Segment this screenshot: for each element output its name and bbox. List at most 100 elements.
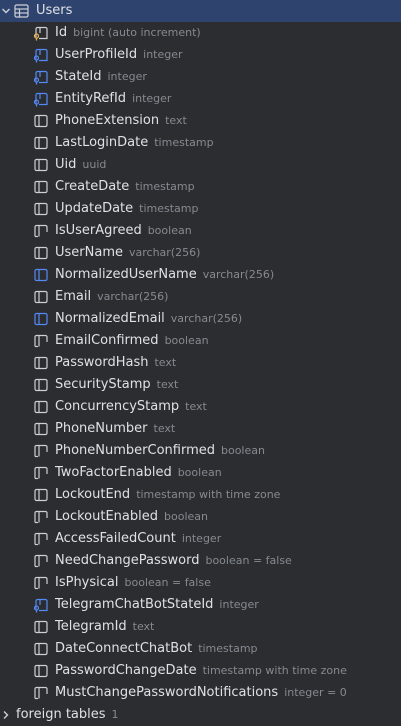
column-name: MustChangePasswordNotifications: [55, 685, 279, 700]
column-row[interactable]: ConcurrencyStamp text: [0, 396, 401, 418]
column-row[interactable]: NormalizedUserName varchar(256): [0, 264, 401, 286]
column-row[interactable]: IsPhysical boolean = false: [0, 572, 401, 594]
column-name: ConcurrencyStamp: [55, 399, 180, 414]
database-tree: Users Id bigint (auto increment) UserProf…: [0, 0, 401, 726]
column-name: LastLoginDate: [55, 135, 149, 150]
column-name: AccessFailedCount: [55, 531, 176, 546]
not-null-column-icon: [34, 576, 48, 590]
column-type: integer: [143, 48, 183, 61]
column-row[interactable]: MustChangePasswordNotifications integer =…: [0, 682, 401, 704]
column-row[interactable]: PasswordChangeDate timestamp with time zo…: [0, 660, 401, 682]
column-name: SecurityStamp: [55, 377, 151, 392]
column-name: NormalizedUserName: [55, 267, 197, 282]
column-name: PasswordChangeDate: [55, 663, 197, 678]
column-type: uuid: [82, 158, 107, 171]
not-null-column-icon: [34, 510, 48, 524]
column-name: PhoneNumberConfirmed: [55, 443, 215, 458]
column-icon: [34, 642, 48, 656]
tree-node-foreign-tables[interactable]: foreign tables 1: [0, 704, 401, 726]
not-null-column-icon: [34, 532, 48, 546]
column-row[interactable]: LockoutEnd timestamp with time zone: [0, 484, 401, 506]
table-icon: [14, 4, 29, 18]
chevron-down-icon[interactable]: [0, 5, 12, 17]
column-name: EntityRefId: [55, 91, 127, 106]
column-row[interactable]: TelegramId text: [0, 616, 401, 638]
column-icon: [34, 136, 48, 150]
column-type: boolean = false: [205, 554, 292, 567]
column-icon: [34, 488, 48, 502]
table-name: Users: [36, 3, 73, 18]
column-type: integer: [107, 70, 147, 83]
column-type: timestamp: [139, 202, 199, 215]
column-name: DateConnectChatBot: [55, 641, 193, 656]
column-row[interactable]: PhoneNumber text: [0, 418, 401, 440]
column-row[interactable]: PhoneNumberConfirmed boolean: [0, 440, 401, 462]
column-type: timestamp with time zone: [136, 488, 281, 501]
foreign-key-column-icon: [33, 92, 48, 107]
column-row[interactable]: Email varchar(256): [0, 286, 401, 308]
column-name: TwoFactorEnabled: [55, 465, 172, 480]
column-row[interactable]: Id bigint (auto increment): [0, 22, 401, 44]
column-name: UserProfileId: [55, 47, 138, 62]
column-type: text: [154, 356, 177, 369]
column-type: text: [165, 114, 187, 127]
chevron-right-icon[interactable]: [0, 709, 12, 721]
column-row[interactable]: CreateDate timestamp: [0, 176, 401, 198]
column-row[interactable]: UserName varchar(256): [0, 242, 401, 264]
column-type: varchar(256): [202, 268, 275, 281]
column-row[interactable]: PasswordHash text: [0, 352, 401, 374]
column-icon: [34, 356, 48, 370]
column-type: integer: [219, 598, 259, 611]
column-row[interactable]: EmailConfirmed boolean: [0, 330, 401, 352]
column-row[interactable]: NormalizedEmail varchar(256): [0, 308, 401, 330]
column-row[interactable]: AccessFailedCount integer: [0, 528, 401, 550]
column-type: text: [153, 422, 176, 435]
column-type: integer: [132, 92, 172, 105]
column-row[interactable]: LockoutEnabled boolean: [0, 506, 401, 528]
column-row[interactable]: DateConnectChatBot timestamp: [0, 638, 401, 660]
column-row[interactable]: EntityRefId integer: [0, 88, 401, 110]
column-row[interactable]: SecurityStamp text: [0, 374, 401, 396]
column-icon: [34, 158, 48, 172]
column-row[interactable]: UpdateDate timestamp: [0, 198, 401, 220]
not-null-column-icon: [34, 444, 48, 458]
column-icon: [34, 246, 48, 260]
column-name: UpdateDate: [55, 201, 134, 216]
column-row[interactable]: TelegramChatBotStateId integer: [0, 594, 401, 616]
foreign-key-column-icon: [33, 70, 48, 85]
column-name: UserName: [55, 245, 123, 260]
column-name: PhoneNumber: [55, 421, 148, 436]
foreign-key-column-icon: [33, 598, 48, 613]
foreign-key-column-icon: [33, 48, 48, 63]
column-name: IsPhysical: [55, 575, 119, 590]
column-name: LockoutEnabled: [55, 509, 159, 524]
column-row[interactable]: LastLoginDate timestamp: [0, 132, 401, 154]
not-null-column-icon: [34, 224, 48, 238]
column-name: Id: [55, 25, 68, 40]
column-type: boolean: [164, 334, 209, 347]
column-row[interactable]: TwoFactorEnabled boolean: [0, 462, 401, 484]
column-row[interactable]: UserProfileId integer: [0, 44, 401, 66]
column-icon: [34, 620, 48, 634]
column-name: CreateDate: [55, 179, 130, 194]
column-name: TelegramId: [55, 619, 127, 634]
column-name: Uid: [55, 157, 77, 172]
column-row[interactable]: Uid uuid: [0, 154, 401, 176]
column-type: timestamp with time zone: [202, 664, 347, 677]
column-type: boolean: [164, 510, 208, 523]
column-name: StateId: [55, 69, 102, 84]
tree-node-users-table[interactable]: Users: [0, 0, 401, 22]
indexed-column-icon: [34, 312, 48, 326]
column-type: bigint (auto increment): [73, 26, 201, 39]
column-name: LockoutEnd: [55, 487, 131, 502]
column-row[interactable]: PhoneExtension text: [0, 110, 401, 132]
column-name: Email: [55, 289, 92, 304]
column-name: IsUserAgreed: [55, 223, 142, 238]
column-list: Id bigint (auto increment) UserProfileId i…: [0, 22, 401, 704]
column-row[interactable]: NeedChangePassword boolean = false: [0, 550, 401, 572]
column-icon: [34, 290, 48, 304]
column-row[interactable]: StateId integer: [0, 66, 401, 88]
column-icon: [34, 422, 48, 436]
column-type: integer = 0: [284, 686, 347, 699]
column-row[interactable]: IsUserAgreed boolean: [0, 220, 401, 242]
